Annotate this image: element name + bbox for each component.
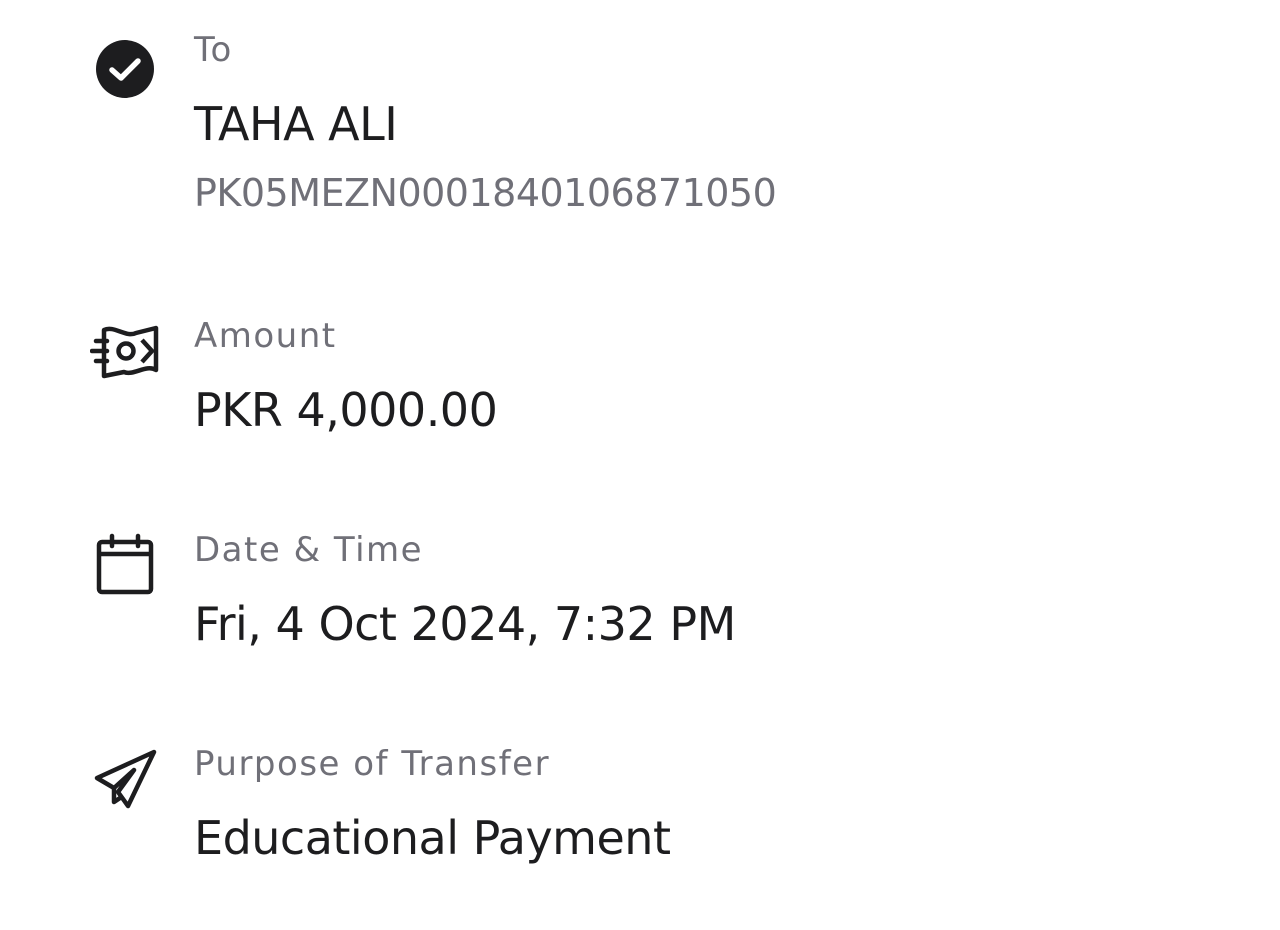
- amount-value: PKR 4,000.00: [194, 380, 498, 440]
- date-time-label: Date & Time: [194, 530, 424, 570]
- amount-label: Amount: [194, 316, 337, 356]
- purpose-label: Purpose of Transfer: [194, 744, 551, 784]
- recipient-account-number: PK05MEZN0001840106871050: [194, 171, 777, 215]
- cash-icon: [90, 316, 160, 386]
- recipient-name: TAHA ALI: [194, 97, 398, 151]
- recipient-label: To: [194, 30, 233, 70]
- date-time-value: Fri, 4 Oct 2024, 7:32 PM: [194, 597, 736, 651]
- purpose-value: Educational Payment: [194, 811, 671, 865]
- amount-currency: PKR: [194, 383, 283, 437]
- calendar-icon: [90, 532, 160, 602]
- send-icon: [90, 746, 160, 816]
- check-circle-icon: [90, 34, 160, 104]
- amount-number: 4,000.00: [296, 383, 498, 437]
